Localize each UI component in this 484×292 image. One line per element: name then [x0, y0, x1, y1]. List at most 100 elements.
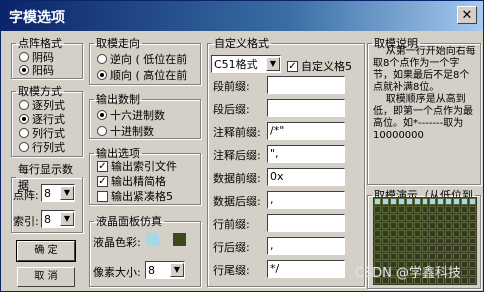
- demo-pixel: [437, 229, 445, 237]
- data-prefix-input[interactable]: 0x: [267, 168, 345, 186]
- lcd-color-label: 液晶色彩:: [93, 236, 141, 249]
- dot-per-line-label: 点阵:: [13, 189, 39, 202]
- demo-pixel: [469, 205, 476, 213]
- radio-reverse-indicator[interactable]: [97, 54, 107, 64]
- check-compact-format-box[interactable]: ✓: [97, 175, 108, 187]
- segment-suffix-label: 段后缀:: [213, 103, 250, 116]
- check-index-file[interactable]: ✓ 输出索引文件: [97, 158, 177, 174]
- radio-yangma[interactable]: 阳码: [19, 62, 54, 78]
- comment-suffix-input[interactable]: ",: [267, 145, 345, 163]
- demo-pixel: [381, 221, 389, 229]
- close-icon[interactable]: ✕: [457, 6, 477, 24]
- check-compact-format[interactable]: ✓ 输出精简格: [97, 173, 166, 189]
- demo-pixel: [445, 221, 453, 229]
- radio-decimal[interactable]: 十进制数: [97, 123, 154, 139]
- radio-row-column-indicator[interactable]: [19, 142, 29, 152]
- segment-prefix-input[interactable]: [267, 76, 345, 94]
- cancel-button[interactable]: 取 消: [17, 267, 75, 287]
- radio-yinma-indicator[interactable]: [19, 52, 29, 62]
- check-custom-format-box[interactable]: ✓: [287, 60, 298, 72]
- data-suffix-label: 数据后缀:: [213, 195, 261, 208]
- demo-pixel: [381, 205, 389, 213]
- demo-pixel: [374, 221, 381, 229]
- demo-pixel: [421, 229, 429, 237]
- demo-pixel: [453, 237, 461, 245]
- check-custom-format-label: 自定义格5: [301, 60, 352, 73]
- lcd-light-color-swatch[interactable]: [146, 233, 159, 246]
- check-tight-format-box[interactable]: [97, 190, 108, 202]
- index-per-line-value: 8: [44, 212, 51, 226]
- chevron-down-icon[interactable]: ▼: [60, 212, 74, 226]
- demo-pixel: [461, 221, 469, 229]
- check-custom-format[interactable]: ✓ 自定义格5: [287, 58, 352, 74]
- comment-prefix-input[interactable]: /*": [267, 122, 345, 140]
- radio-forward-indicator[interactable]: [97, 70, 107, 80]
- lcd-dark-color-swatch[interactable]: [173, 233, 186, 246]
- line-prefix-label: 行前缀:: [213, 218, 250, 231]
- segment-suffix-input[interactable]: [267, 99, 345, 117]
- radio-forward[interactable]: 顺向 ( 高位在前: [97, 67, 187, 83]
- radio-row-column-mode[interactable]: 行列式: [19, 139, 65, 155]
- demo-pixel: [405, 221, 413, 229]
- demo-pixel: [413, 253, 421, 261]
- demo-pixel: [429, 229, 437, 237]
- demo-pixel: [413, 221, 421, 229]
- format-select[interactable]: C51格式 ▼: [211, 55, 281, 73]
- demo-pixel: [453, 229, 461, 237]
- chevron-down-icon[interactable]: ▼: [60, 186, 74, 200]
- demo-pixel: [405, 245, 413, 253]
- demo-pixel: [374, 253, 381, 261]
- radio-yangma-indicator[interactable]: [19, 65, 29, 75]
- demo-pixel: [461, 229, 469, 237]
- chevron-down-icon[interactable]: ▼: [170, 263, 184, 277]
- check-tight-format[interactable]: 输出紧凑格5: [97, 188, 173, 204]
- demo-pixel: [397, 213, 405, 221]
- demo-pixel: [437, 237, 445, 245]
- radio-decimal-indicator[interactable]: [97, 126, 107, 136]
- radio-row-indicator[interactable]: [19, 114, 29, 124]
- check-index-file-box[interactable]: ✓: [97, 160, 108, 172]
- demo-pixel: [397, 221, 405, 229]
- ok-button[interactable]: 确 定: [16, 240, 76, 262]
- demo-pixel: [469, 229, 476, 237]
- dot-per-line-select[interactable]: 8 ▼: [41, 184, 75, 202]
- check-index-file-label: 输出索引文件: [111, 160, 177, 173]
- demo-pixel: [381, 245, 389, 253]
- demo-pixel: [469, 237, 476, 245]
- demo-pixel: [397, 198, 405, 205]
- demo-pixel: [374, 198, 381, 205]
- demo-pixel: [429, 213, 437, 221]
- demo-pixel: [453, 253, 461, 261]
- demo-pixel: [461, 245, 469, 253]
- chevron-down-icon[interactable]: ▼: [266, 57, 280, 71]
- radio-hex-indicator[interactable]: [97, 110, 107, 120]
- pixel-size-select[interactable]: 8 ▼: [145, 261, 185, 279]
- demo-pixel: [381, 253, 389, 261]
- demo-pixel: [397, 253, 405, 261]
- demo-pixel: [429, 237, 437, 245]
- demo-pixel: [421, 221, 429, 229]
- index-per-line-select[interactable]: 8 ▼: [41, 210, 75, 228]
- demo-pixel: [421, 213, 429, 221]
- radio-column-row-indicator[interactable]: [19, 128, 29, 138]
- demo-pixel: [389, 229, 397, 237]
- radio-hex-label: 十六进制数: [110, 109, 165, 122]
- comment-prefix-label: 注释前缀:: [213, 126, 261, 139]
- watermark: CSDN @学鑫科技: [354, 266, 461, 281]
- demo-pixel: [374, 245, 381, 253]
- radio-hex[interactable]: 十六进制数: [97, 107, 165, 123]
- demo-pixel: [405, 213, 413, 221]
- demo-pixel: [437, 245, 445, 253]
- line-suffix-input[interactable]: ,: [267, 237, 345, 255]
- radio-column-indicator[interactable]: [19, 100, 29, 110]
- dot-per-line-value: 8: [44, 186, 51, 200]
- demo-pixel: [429, 245, 437, 253]
- line-end-input[interactable]: */: [267, 260, 345, 278]
- demo-pixel: [389, 213, 397, 221]
- data-suffix-input[interactable]: ,: [267, 191, 345, 209]
- demo-pixel: [461, 261, 469, 269]
- description-body: 从第一行开始向右每取8个点作为一个字节，如果最后不足8个点就补满8位。 取模顺序…: [373, 46, 476, 141]
- demo-pixel: [461, 213, 469, 221]
- line-prefix-input[interactable]: [267, 214, 345, 232]
- radio-reverse[interactable]: 逆向 ( 低位在前: [97, 51, 187, 67]
